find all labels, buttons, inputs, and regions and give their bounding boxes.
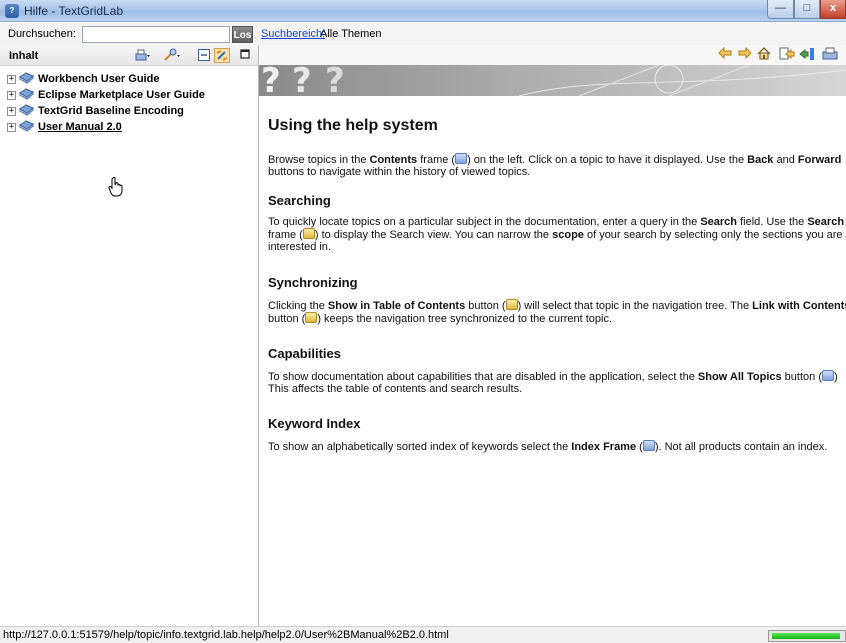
search-scope-value: Alle Themen [320, 28, 382, 40]
search-selected-topic-icon[interactable] [163, 48, 180, 63]
contents-icon [455, 153, 468, 164]
search-go-button[interactable]: Los [232, 26, 253, 43]
help-banner: ? ? ? [259, 65, 846, 96]
hand-cursor-icon [108, 176, 126, 197]
collapse-all-icon[interactable] [196, 48, 212, 63]
expand-icon[interactable]: + [7, 107, 16, 116]
progress-bar [768, 630, 846, 642]
forward-icon[interactable] [737, 46, 753, 63]
contents-pane: Inhalt + Workbench User Guide + Eclipse … [0, 45, 259, 626]
question-mark-icon: ? [325, 65, 345, 96]
keyword-index-heading: Keyword Index [268, 416, 361, 431]
capabilities-paragraph: To show documentation about capabilities… [268, 370, 838, 395]
close-button[interactable]: x [820, 0, 846, 19]
expand-icon[interactable]: + [7, 91, 16, 100]
search-bar: Durchsuchen: Los Suchbereich: Alle Theme… [0, 23, 846, 45]
searching-heading: Searching [268, 193, 331, 208]
search-label: Durchsuchen: [8, 28, 76, 40]
question-mark-icon: ? [261, 65, 281, 96]
toc-item-label: User Manual 2.0 [38, 121, 122, 133]
book-icon [19, 104, 34, 116]
minimize-button[interactable]: — [767, 0, 794, 19]
capabilities-heading: Capabilities [268, 346, 341, 361]
topic-toolbar [259, 45, 846, 65]
toc-item-label: Workbench User Guide [38, 73, 160, 85]
page-title: Using the help system [268, 117, 438, 134]
link-with-contents-icon[interactable] [214, 48, 230, 63]
search-scope-link[interactable]: Suchbereich: [261, 28, 325, 40]
status-bar: http://127.0.0.1:51579/help/topic/info.t… [0, 626, 846, 643]
help-app-icon: ? [5, 4, 19, 18]
title-bar: ? Hilfe - TextGridLab — □ x [0, 0, 846, 22]
index-icon [642, 440, 655, 451]
intro-paragraph: Browse topics in the Contents frame () o… [268, 153, 842, 178]
keyword-index-paragraph: To show an alphabetically sorted index o… [268, 440, 828, 453]
search-input[interactable] [82, 26, 230, 43]
expand-icon[interactable]: + [7, 75, 16, 84]
window-title: Hilfe - TextGridLab [24, 4, 124, 18]
home-icon[interactable] [756, 47, 772, 63]
show-all-topics-icon [821, 370, 834, 381]
toc-item-label: Eclipse Marketplace User Guide [38, 89, 205, 101]
contents-header: Inhalt [0, 45, 258, 66]
maximize-button[interactable]: □ [794, 0, 820, 19]
question-mark-icon: ? [292, 65, 312, 96]
print-icon[interactable] [822, 47, 838, 63]
status-url: http://127.0.0.1:51579/help/topic/info.t… [3, 629, 449, 641]
book-icon [19, 88, 34, 100]
contents-title: Inhalt [9, 50, 39, 62]
synchronizing-paragraph: Clicking the Show in Table of Contents b… [268, 299, 846, 325]
show-in-toc-icon [505, 299, 518, 310]
searching-paragraph: To quickly locate topics on a particular… [268, 216, 845, 253]
show-in-toc-icon[interactable] [779, 47, 795, 63]
topic-pane: ? ? ? Using the help system Browse topic… [259, 45, 846, 626]
expand-icon[interactable]: + [7, 123, 16, 132]
book-icon [19, 72, 34, 84]
banner-decoration [519, 65, 846, 96]
bookmark-icon[interactable] [799, 47, 815, 63]
maximize-icon[interactable] [841, 47, 846, 63]
maximize-icon[interactable] [237, 48, 253, 63]
search-icon [302, 228, 315, 239]
book-icon [19, 120, 34, 132]
synchronizing-heading: Synchronizing [268, 275, 358, 290]
print-dropdown-icon[interactable] [134, 48, 150, 63]
link-with-contents-icon [305, 312, 318, 323]
toc-item-label: TextGrid Baseline Encoding [38, 105, 184, 117]
back-icon[interactable] [717, 46, 733, 63]
progress-fill [772, 633, 840, 639]
